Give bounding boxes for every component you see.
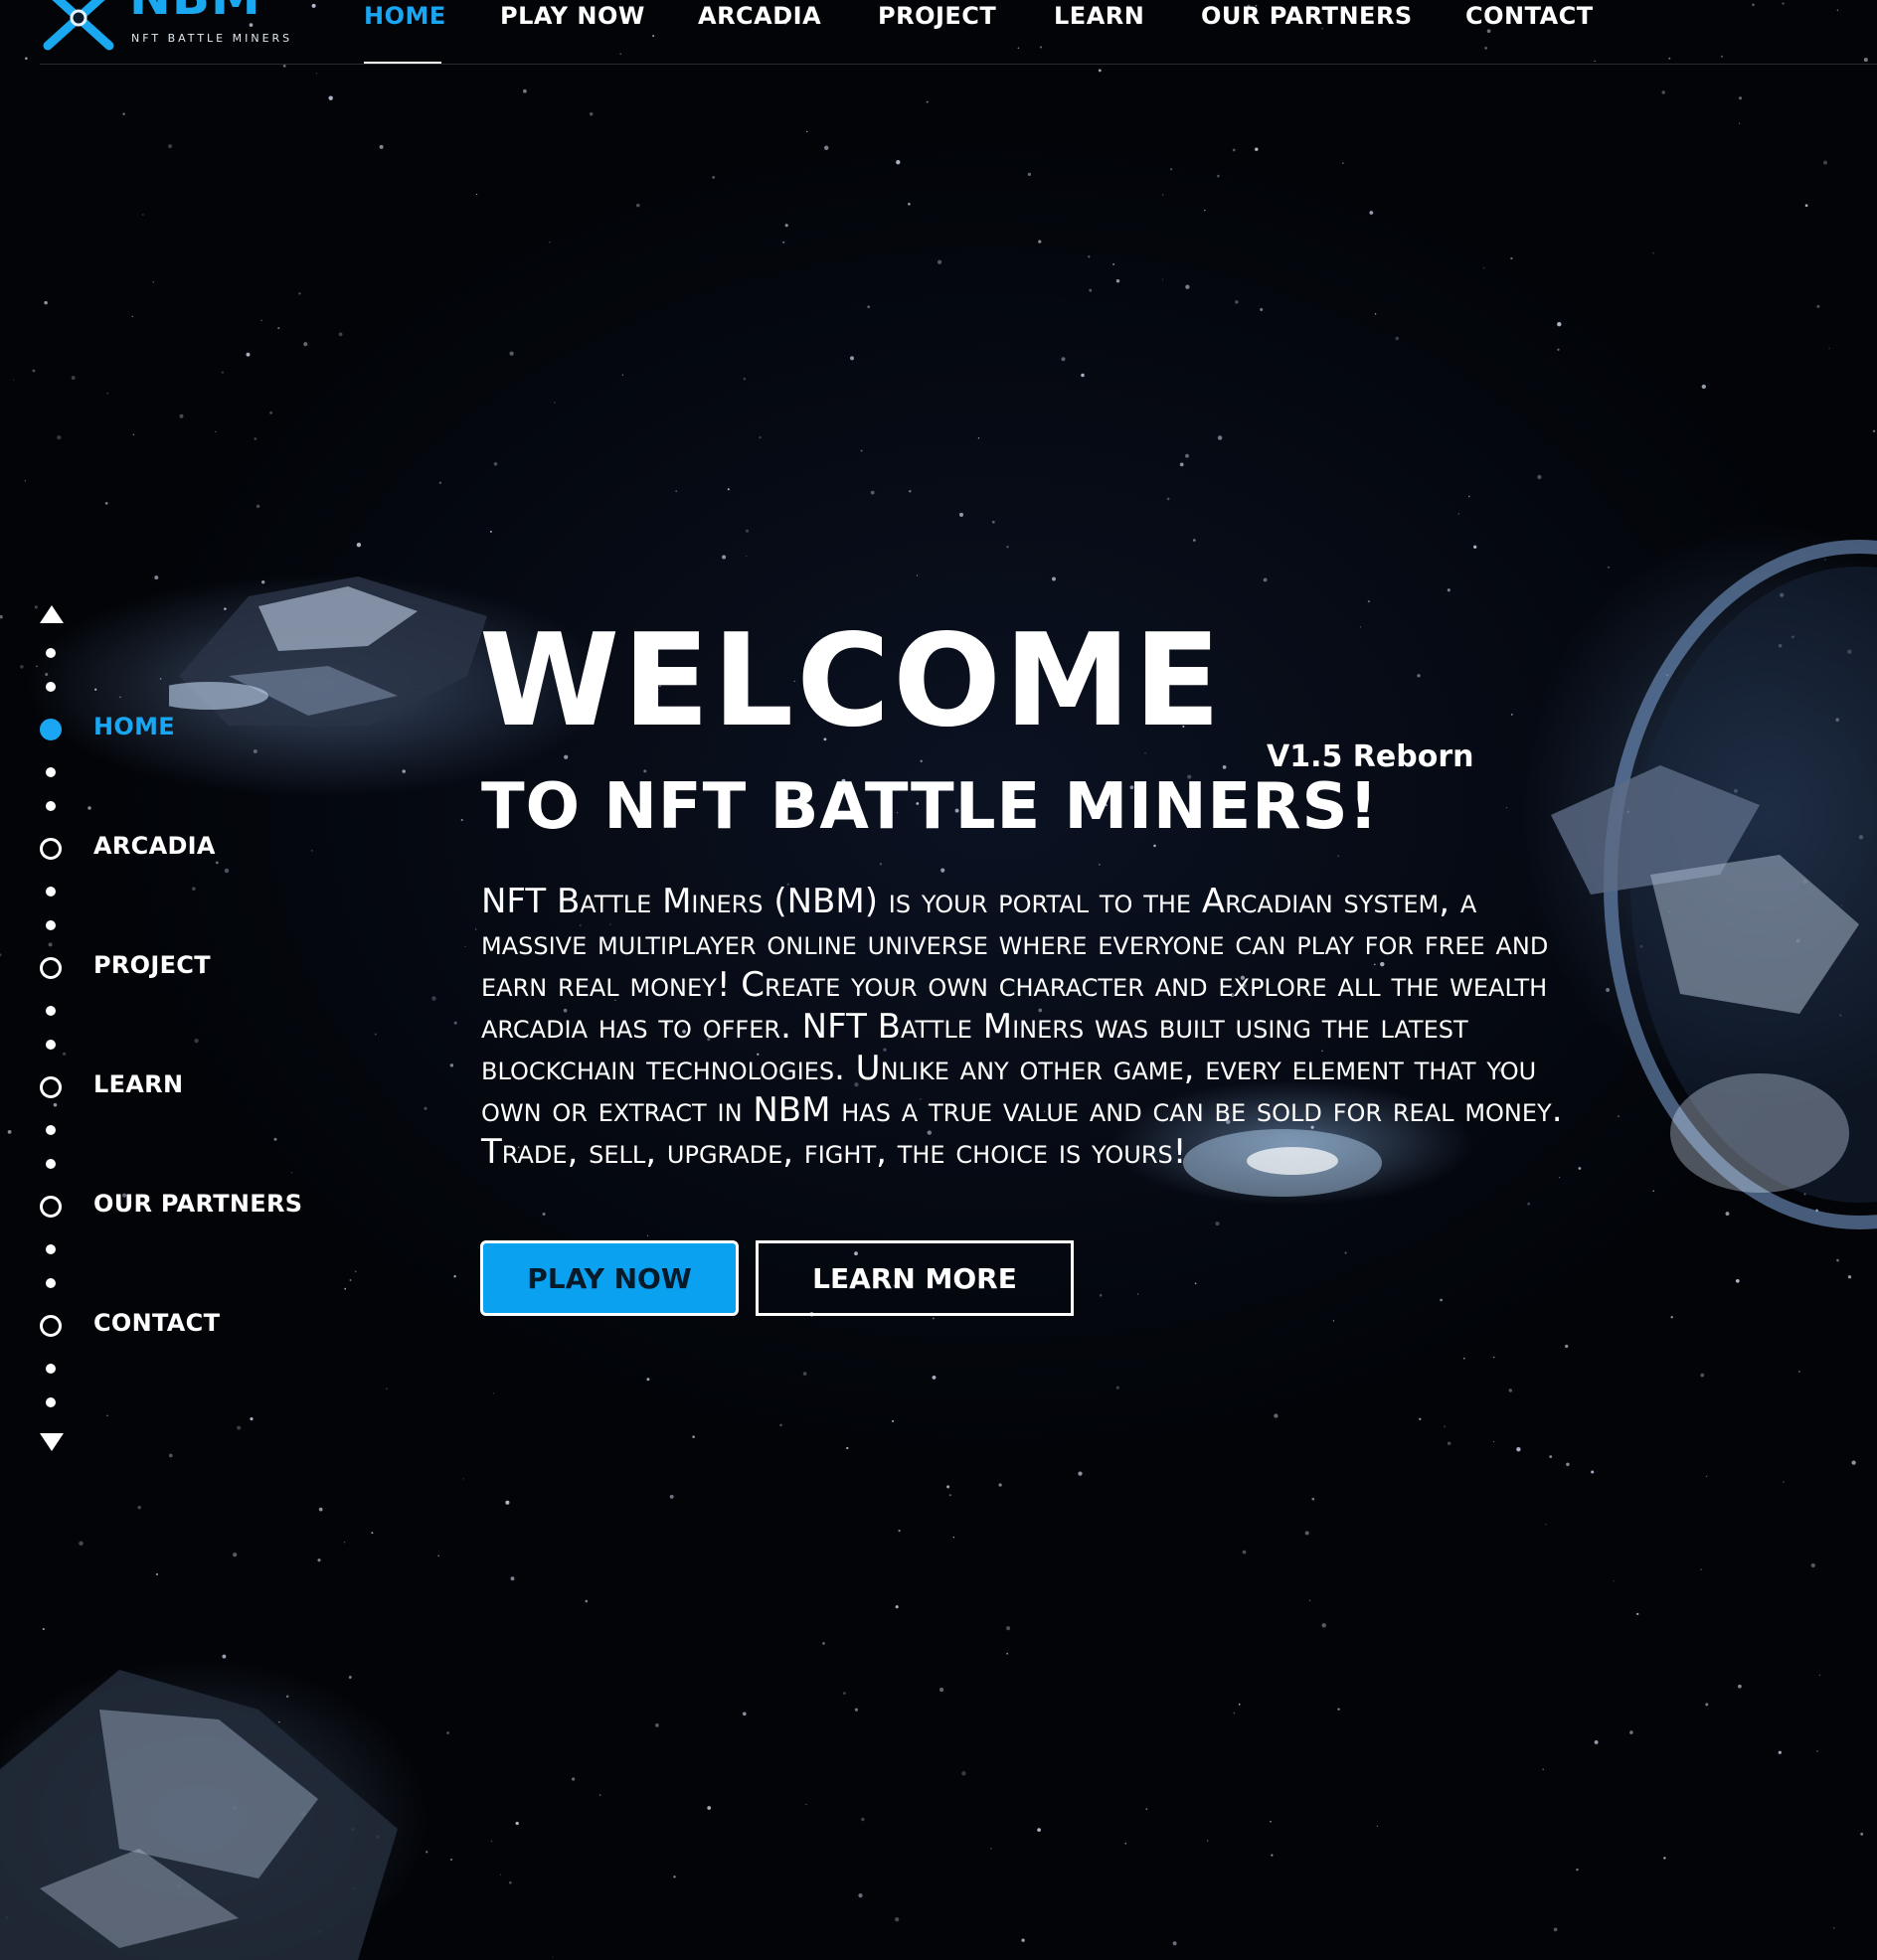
- side-nav-marker-learn[interactable]: [40, 1076, 62, 1098]
- hero-subtitle: TO NFT BATTLE MINERS!: [481, 770, 1379, 844]
- side-nav-dot: [46, 1244, 56, 1254]
- nav-item-our-partners[interactable]: OUR PARTNERS: [1201, 2, 1413, 30]
- side-nav-dot: [46, 1364, 56, 1374]
- version-label: V1.5 Reborn: [1267, 739, 1474, 774]
- side-nav-dot: [46, 1006, 56, 1016]
- triangle-up-icon[interactable]: [40, 605, 64, 623]
- side-nav-dot: [46, 1159, 56, 1169]
- hero-description: NFT Battle Miners (NBM) is your portal t…: [481, 882, 1563, 1172]
- side-nav-dot: [46, 920, 56, 930]
- side-nav-dot: [46, 1397, 56, 1407]
- side-nav-marker-our-partners[interactable]: [40, 1196, 62, 1218]
- side-nav-dot: [46, 1125, 56, 1135]
- nav-item-play-now[interactable]: PLAY NOW: [500, 2, 645, 30]
- side-nav-dot: [46, 648, 56, 658]
- nav-item-project[interactable]: PROJECT: [878, 2, 996, 30]
- learn-more-button[interactable]: LEARN MORE: [756, 1240, 1074, 1316]
- side-nav-item-home[interactable]: HOME: [93, 713, 175, 740]
- side-nav-dot: [46, 1278, 56, 1288]
- side-nav-dot: [46, 801, 56, 811]
- side-nav-item-contact[interactable]: CONTACT: [93, 1309, 220, 1337]
- play-now-button[interactable]: PLAY NOW: [480, 1240, 739, 1316]
- nav-item-learn[interactable]: LEARN: [1054, 2, 1144, 30]
- side-nav-item-our-partners[interactable]: OUR PARTNERS: [93, 1190, 302, 1218]
- side-nav-item-learn[interactable]: LEARN: [93, 1070, 183, 1098]
- nav-item-arcadia[interactable]: ARCADIA: [698, 2, 821, 30]
- top-navigation-bar: HOME PLAY NOW ARCADIA PROJECT LEARN OUR …: [40, 0, 1877, 65]
- side-nav-dot: [46, 767, 56, 777]
- side-nav-item-arcadia[interactable]: ARCADIA: [93, 832, 216, 860]
- side-nav-marker-home[interactable]: [40, 719, 62, 740]
- triangle-down-icon[interactable]: [40, 1433, 64, 1451]
- side-nav-dot: [46, 887, 56, 897]
- hero-title: WELCOME: [479, 607, 1224, 755]
- side-nav-item-project[interactable]: PROJECT: [93, 951, 211, 979]
- nav-item-contact[interactable]: CONTACT: [1465, 2, 1594, 30]
- side-nav-marker-project[interactable]: [40, 957, 62, 979]
- nav-item-home[interactable]: HOME: [364, 2, 446, 30]
- side-nav-marker-arcadia[interactable]: [40, 838, 62, 860]
- side-nav-dot: [46, 682, 56, 692]
- side-nav-dot: [46, 1040, 56, 1050]
- side-nav-marker-contact[interactable]: [40, 1315, 62, 1337]
- active-nav-underline: [364, 62, 441, 64]
